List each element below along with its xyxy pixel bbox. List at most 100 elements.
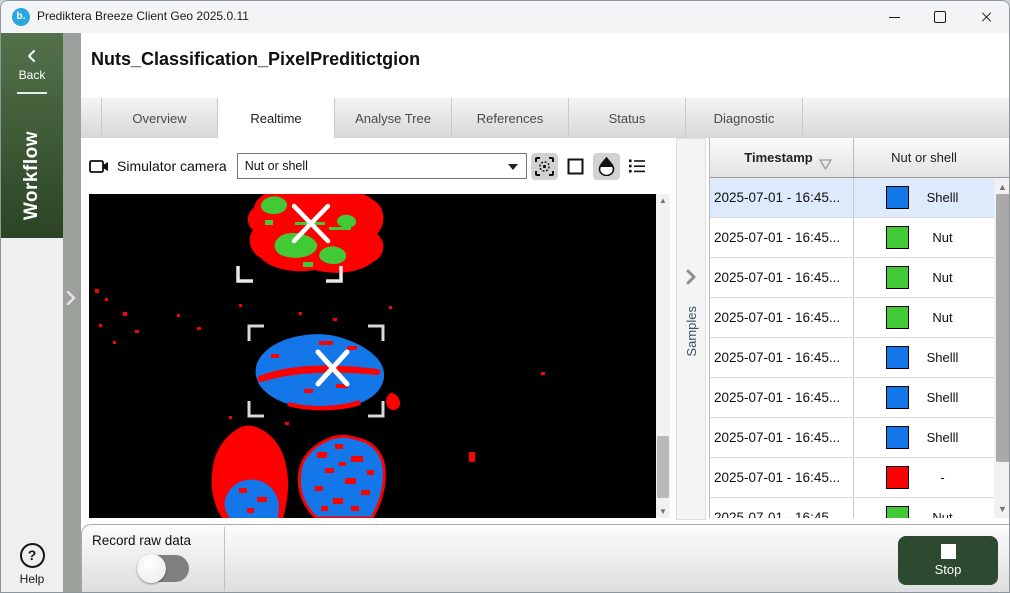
class-color-swatch xyxy=(886,306,909,329)
tab-status[interactable]: Status xyxy=(569,98,686,138)
tab-label: Overview xyxy=(132,111,186,126)
tab-overview[interactable]: Overview xyxy=(101,98,218,138)
table-row[interactable]: 2025-07-01 - 16:45... - xyxy=(710,458,994,498)
tab-label: Status xyxy=(609,111,646,126)
samples-table: Timestamp Nut or shell 2025-07-01 - 16:4… xyxy=(709,138,1010,518)
left-rail: Back Workflow ? Help xyxy=(1,33,63,593)
scroll-down-icon[interactable]: ▼ xyxy=(994,502,1010,516)
model-select[interactable]: Nut or shell xyxy=(237,153,527,179)
minimize-button[interactable] xyxy=(871,1,917,33)
class-color-swatch xyxy=(886,426,909,449)
scroll-up-icon[interactable]: ▲ xyxy=(994,180,1010,194)
class-color-swatch xyxy=(886,346,909,369)
class-label: Nut xyxy=(923,230,963,245)
maximize-button[interactable] xyxy=(917,1,963,33)
droplet-contrast-icon xyxy=(598,157,615,176)
tab-label: References xyxy=(477,111,543,126)
class-label: Nut xyxy=(923,310,963,325)
chevron-right-icon[interactable] xyxy=(66,291,76,308)
scrollbar-thumb[interactable] xyxy=(996,194,1010,462)
stop-square-icon xyxy=(941,544,956,559)
close-button[interactable] xyxy=(963,1,1009,33)
column-header-timestamp[interactable]: Timestamp xyxy=(710,138,854,177)
stop-button[interactable]: Stop xyxy=(898,536,998,585)
class-label: Shelll xyxy=(923,430,963,445)
table-row[interactable]: 2025-07-01 - 16:45... Nut xyxy=(710,498,994,518)
class-cell: Shelll xyxy=(854,178,994,217)
scroll-down-icon[interactable]: ▼ xyxy=(656,505,670,518)
help-button[interactable]: ? Help xyxy=(1,543,63,586)
class-color-swatch xyxy=(886,506,909,518)
class-label: Shelll xyxy=(923,350,963,365)
square-outline-icon xyxy=(567,158,584,175)
record-raw-data-label: Record raw data xyxy=(92,533,191,548)
help-label: Help xyxy=(1,572,63,586)
tab-references[interactable]: References xyxy=(452,98,569,138)
chevron-right-icon[interactable] xyxy=(685,269,697,290)
droplet-contrast-button[interactable] xyxy=(593,153,620,180)
main-content: Nuts_Classification_PixelPreditictgion O… xyxy=(81,33,1010,593)
focus-target-icon xyxy=(535,157,554,176)
tab-bar: Overview Realtime Analyse Tree Reference… xyxy=(81,98,1010,138)
timestamp-cell: 2025-07-01 - 16:45... xyxy=(710,418,854,457)
table-row[interactable]: 2025-07-01 - 16:45... Shelll xyxy=(710,378,994,418)
square-outline-button[interactable] xyxy=(562,153,589,180)
tab-realtime[interactable]: Realtime xyxy=(218,98,335,138)
maximize-icon xyxy=(934,11,946,23)
question-mark-circle-icon: ? xyxy=(20,543,45,568)
class-cell: Nut xyxy=(854,258,994,297)
timestamp-cell: 2025-07-01 - 16:45... xyxy=(710,258,854,297)
focus-target-button[interactable] xyxy=(531,153,558,180)
column-header-class[interactable]: Nut or shell xyxy=(854,138,994,177)
timestamp-cell: 2025-07-01 - 16:45... xyxy=(710,458,854,497)
class-cell: Nut xyxy=(854,298,994,337)
panel-splitter[interactable] xyxy=(63,33,81,593)
stop-label: Stop xyxy=(935,562,962,577)
table-row[interactable]: 2025-07-01 - 16:45... Shelll xyxy=(710,418,994,458)
divider xyxy=(17,92,47,94)
class-color-swatch xyxy=(886,386,909,409)
timestamp-cell: 2025-07-01 - 16:45... xyxy=(710,498,854,518)
table-body: 2025-07-01 - 16:45... Shelll 2025-07-01 … xyxy=(710,178,994,518)
camera-image-viewport[interactable] xyxy=(89,194,656,518)
table-row[interactable]: 2025-07-01 - 16:45... Shelll xyxy=(710,338,994,378)
timestamp-cell: 2025-07-01 - 16:45... xyxy=(710,338,854,377)
class-label: - xyxy=(923,470,963,485)
table-row[interactable]: 2025-07-01 - 16:45... Shelll xyxy=(710,178,994,218)
timestamp-cell: 2025-07-01 - 16:45... xyxy=(710,178,854,217)
class-label: Nut xyxy=(923,510,963,518)
table-row[interactable]: 2025-07-01 - 16:45... Nut xyxy=(710,218,994,258)
class-cell: Shelll xyxy=(854,378,994,417)
chevron-down-icon xyxy=(508,164,518,170)
table-row[interactable]: 2025-07-01 - 16:45... Nut xyxy=(710,258,994,298)
record-raw-data-toggle[interactable] xyxy=(137,555,189,582)
footer-bar: Record raw data Stop xyxy=(81,524,1010,593)
table-scrollbar[interactable]: ▲ ▼ xyxy=(994,178,1010,518)
app-window: b. Prediktera Breeze Client Geo 2025.0.1… xyxy=(0,0,1010,593)
timestamp-cell: 2025-07-01 - 16:45... xyxy=(710,298,854,337)
classification-image xyxy=(89,194,656,518)
bullet-list-icon xyxy=(628,158,646,174)
image-scrollbar[interactable]: ▲ ▼ xyxy=(656,194,670,518)
tab-analyse-tree[interactable]: Analyse Tree xyxy=(335,98,452,138)
class-label: Shelll xyxy=(923,390,963,405)
scrollbar-thumb[interactable] xyxy=(657,436,669,498)
class-color-swatch xyxy=(886,226,909,249)
page-title: Nuts_Classification_PixelPreditictgion xyxy=(91,49,420,70)
samples-panel-handle[interactable]: Samples xyxy=(676,138,706,520)
back-button[interactable]: Back xyxy=(1,68,63,82)
window-title: Prediktera Breeze Client Geo 2025.0.11 xyxy=(37,9,249,23)
tab-diagnostic[interactable]: Diagnostic xyxy=(686,98,803,138)
video-camera-icon xyxy=(89,159,109,174)
column-label: Timestamp xyxy=(744,150,812,165)
class-color-swatch xyxy=(886,466,909,489)
bullet-list-button[interactable] xyxy=(624,153,651,180)
class-cell: - xyxy=(854,458,994,497)
minimize-icon xyxy=(889,17,900,18)
column-label: Nut or shell xyxy=(891,150,957,165)
camera-label: Simulator camera xyxy=(117,158,227,174)
tab-label: Analyse Tree xyxy=(355,111,431,126)
table-row[interactable]: 2025-07-01 - 16:45... Nut xyxy=(710,298,994,338)
scroll-up-icon[interactable]: ▲ xyxy=(656,194,670,207)
title-bar: b. Prediktera Breeze Client Geo 2025.0.1… xyxy=(1,1,1009,33)
